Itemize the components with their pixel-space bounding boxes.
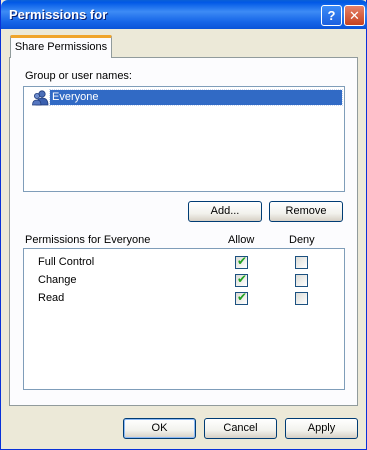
deny-full-control-checkbox[interactable] [295, 256, 308, 269]
permissions-header: Permissions for Everyone [25, 234, 151, 246]
deny-column-header: Deny [289, 234, 315, 246]
apply-button[interactable]: Apply [285, 418, 358, 439]
close-button[interactable]: ✕ [344, 5, 365, 26]
permission-name-full-control: Full Control [38, 256, 95, 268]
list-item-everyone[interactable]: Everyone [25, 88, 343, 107]
list-item-label: Everyone [49, 89, 343, 106]
tab-share-permissions[interactable]: Share Permissions [10, 35, 112, 58]
checkmark-icon: ✔ [237, 254, 248, 268]
group-list-label: Group or user names: [25, 70, 132, 82]
remove-button[interactable]: Remove [269, 201, 343, 222]
title-bar[interactable]: Permissions for ? ✕ [1, 0, 367, 29]
permissions-dialog: Permissions for ? ✕ Share Permissions Gr… [0, 0, 367, 450]
help-button[interactable]: ? [321, 5, 342, 26]
checkmark-icon: ✔ [237, 272, 248, 286]
window-title: Permissions for [9, 7, 108, 22]
deny-read-checkbox[interactable] [295, 292, 308, 305]
deny-change-checkbox[interactable] [295, 274, 308, 287]
permissions-list: Full Control ✔ Change ✔ Read ✔ [23, 248, 345, 390]
add-button[interactable]: Add... [188, 201, 262, 222]
checkmark-icon: ✔ [237, 290, 248, 304]
permission-name-read: Read [38, 292, 65, 304]
user-group-icon [32, 89, 49, 106]
ok-button[interactable]: OK [123, 418, 196, 439]
allow-column-header: Allow [228, 234, 255, 246]
allow-full-control-checkbox[interactable]: ✔ [235, 254, 248, 269]
allow-read-checkbox[interactable]: ✔ [235, 290, 248, 305]
group-user-listbox[interactable]: Everyone [23, 86, 345, 192]
allow-change-checkbox[interactable]: ✔ [235, 272, 248, 287]
cancel-button[interactable]: Cancel [204, 418, 277, 439]
permission-name-change: Change [38, 274, 77, 286]
